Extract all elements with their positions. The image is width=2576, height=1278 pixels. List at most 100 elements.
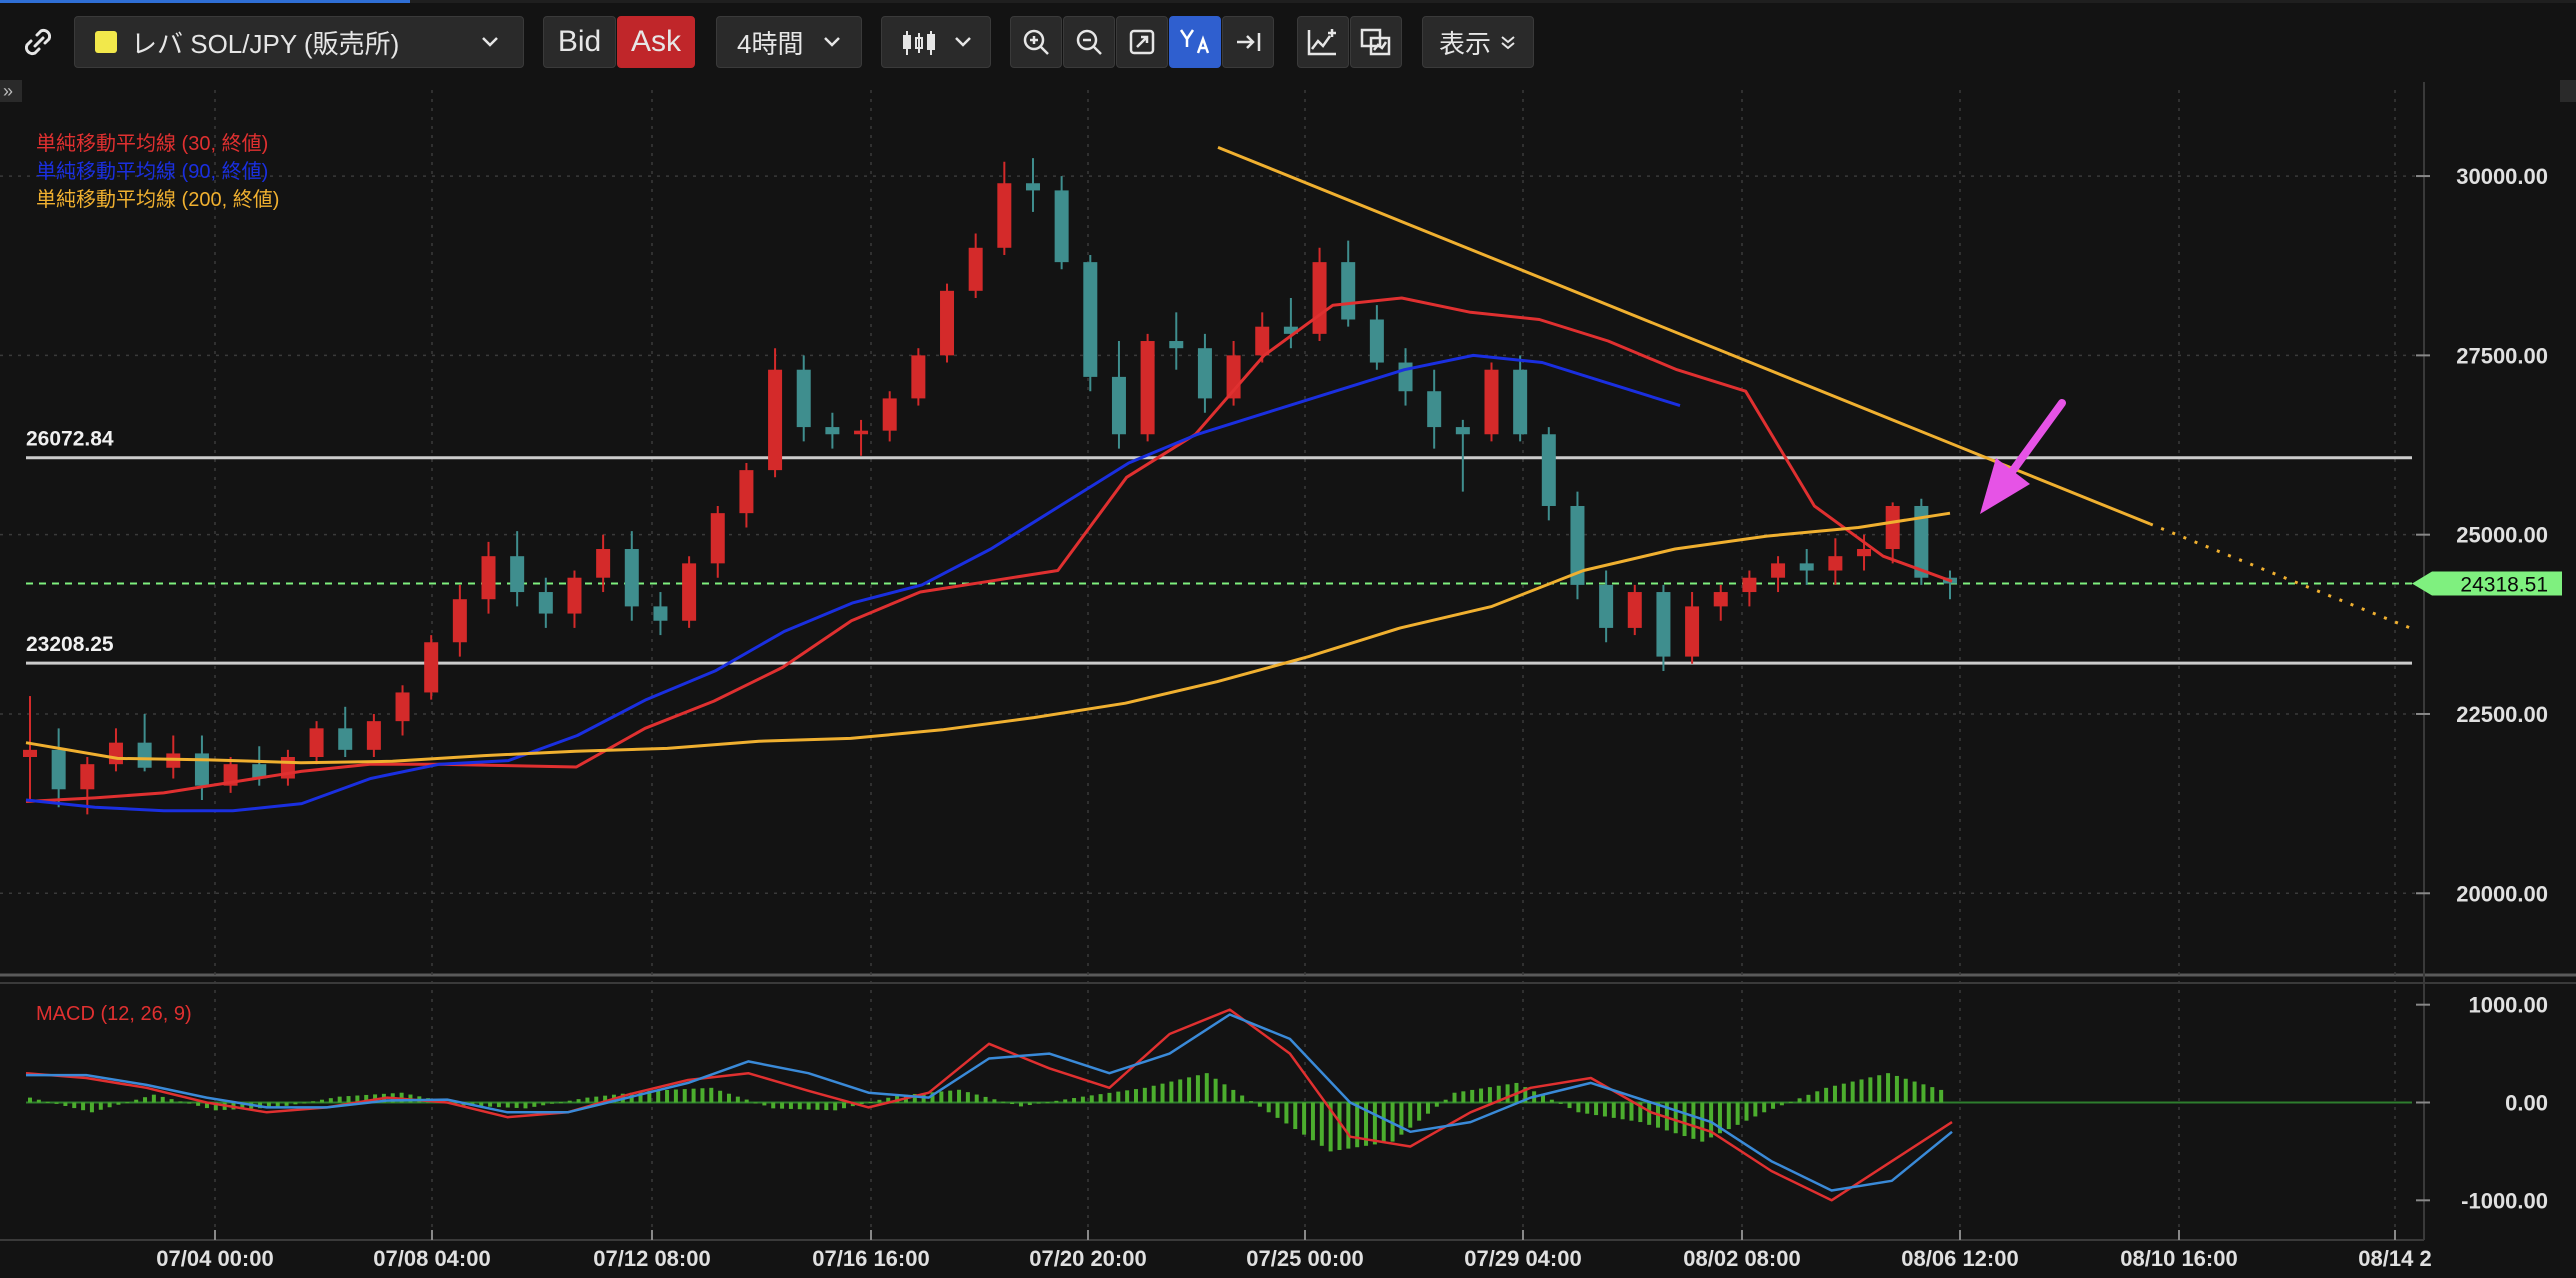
candle-body (596, 549, 611, 578)
candle-body (1713, 592, 1728, 607)
macd-histogram-bar (1461, 1091, 1466, 1103)
macd-histogram-bar (1700, 1102, 1705, 1142)
macd-histogram-bar (1788, 1101, 1793, 1103)
macd-histogram-bar (1346, 1102, 1351, 1149)
price-chart[interactable]: 07/04 00:00 07/08 04:00 07/12 08:00 07/16 1… (0, 0, 2576, 1278)
macd-histogram-bar (488, 1102, 493, 1107)
macd-histogram-bar (1673, 1102, 1678, 1134)
candle-body (1828, 556, 1843, 571)
macd-histogram-bar (1036, 1102, 1041, 1104)
macd-histogram-bar (1894, 1075, 1899, 1103)
macd-histogram-bar (780, 1102, 785, 1109)
macd-histogram-bar (974, 1094, 979, 1103)
macd-histogram-bar (815, 1102, 820, 1110)
macd-histogram-bar (45, 1101, 50, 1103)
macd-histogram-bar (992, 1099, 997, 1103)
legend-entry: 単純移動平均線 (30, 終値) (36, 132, 268, 155)
macd-histogram-bar (1072, 1098, 1077, 1103)
macd-histogram-bar (842, 1102, 847, 1109)
macd-histogram-bar (771, 1102, 776, 1109)
macd-histogram-bar (1372, 1102, 1377, 1145)
macd-histogram-bar (558, 1102, 563, 1104)
candle-body (854, 430, 869, 435)
time-axis-label: 07/04 00:00 (156, 1246, 273, 1271)
macd-histogram-bar (284, 1102, 289, 1106)
candle-body (1398, 362, 1413, 392)
macd-histogram-bar (1231, 1089, 1236, 1103)
candle-body (481, 556, 496, 600)
candle-body (1369, 319, 1384, 363)
macd-histogram-bar (302, 1102, 307, 1104)
time-axis-label: 07/12 08:00 (593, 1246, 710, 1271)
candle-body (882, 398, 897, 431)
macd-histogram-bar (709, 1087, 714, 1103)
macd-histogram-bar (1540, 1095, 1545, 1103)
macd-histogram-bar (1045, 1102, 1050, 1104)
candle-body (1885, 505, 1900, 550)
macd-histogram-bar (1824, 1087, 1829, 1103)
candle-body (940, 290, 955, 356)
time-axis-label: 07/20 20:00 (1029, 1246, 1146, 1271)
candle-body (796, 369, 811, 428)
candle-body (1599, 584, 1614, 628)
macd-histogram-bar (753, 1102, 758, 1104)
macd-histogram-bar (1125, 1090, 1130, 1103)
macd-histogram-bar (1868, 1077, 1873, 1103)
time-axis-label: 07/25 00:00 (1246, 1246, 1363, 1271)
macd-histogram-bar (594, 1096, 599, 1103)
candle-body (1083, 262, 1098, 377)
macd-histogram-bar (1859, 1079, 1864, 1103)
macd-histogram-bar (1487, 1087, 1492, 1103)
macd-histogram-bar (36, 1099, 41, 1103)
macd-histogram-bar (143, 1097, 148, 1103)
macd-histogram-bar (1753, 1102, 1758, 1117)
level-label: 23208.25 (26, 633, 114, 656)
macd-histogram-bar (169, 1099, 174, 1103)
macd-histogram-bar (1133, 1089, 1138, 1103)
macd-histogram-bar (806, 1102, 811, 1110)
candle-body (1627, 592, 1642, 628)
macd-histogram-bar (567, 1100, 572, 1103)
macd-histogram-bar (948, 1090, 953, 1103)
macd-histogram-bar (541, 1102, 546, 1106)
macd-histogram-bar (1691, 1102, 1696, 1139)
macd-histogram-bar (576, 1099, 581, 1103)
macd-histogram-bar (691, 1088, 696, 1103)
macd-histogram-bar (1567, 1102, 1572, 1109)
time-axis-label: 07/16 16:00 (812, 1246, 929, 1271)
candle-body (23, 749, 37, 758)
candle-body (80, 764, 95, 790)
macd-histogram-bar (1576, 1102, 1581, 1113)
macd-histogram-bar (1275, 1102, 1280, 1118)
macd-histogram-bar (682, 1089, 687, 1103)
macd-histogram-bar (178, 1101, 183, 1103)
macd-histogram-bar (1470, 1089, 1475, 1103)
macd-histogram-bar (1939, 1089, 1944, 1103)
candle-body (366, 721, 381, 750)
macd-histogram-bar (72, 1102, 77, 1109)
macd-histogram-bar (1479, 1088, 1484, 1103)
candle-body (137, 742, 152, 768)
candle-body (395, 692, 410, 722)
candle-body (1111, 376, 1126, 435)
macd-histogram-bar (833, 1102, 838, 1111)
candle-body (1025, 183, 1040, 191)
macd-histogram-bar (1505, 1084, 1510, 1103)
macd-histogram-bar (877, 1099, 882, 1103)
macd-histogram-bar (550, 1102, 555, 1104)
macd-histogram-bar (983, 1096, 988, 1103)
macd-histogram-bar (726, 1093, 731, 1103)
macd-histogram-bar (1355, 1102, 1360, 1148)
time-axis-label: 08/02 08:00 (1683, 1246, 1800, 1271)
macd-histogram-bar (1425, 1102, 1430, 1114)
candle-body (1799, 563, 1814, 571)
macd-histogram-bar (1089, 1095, 1094, 1103)
candle-body (624, 549, 639, 607)
macd-histogram-bar (1054, 1100, 1059, 1103)
macd-histogram-bar (1001, 1101, 1006, 1103)
macd-histogram-bar (1779, 1102, 1784, 1106)
candle-body (567, 577, 582, 614)
macd-histogram-bar (1204, 1073, 1209, 1103)
macd-histogram-bar (1187, 1077, 1192, 1103)
right-collapse-handle (2560, 80, 2576, 102)
